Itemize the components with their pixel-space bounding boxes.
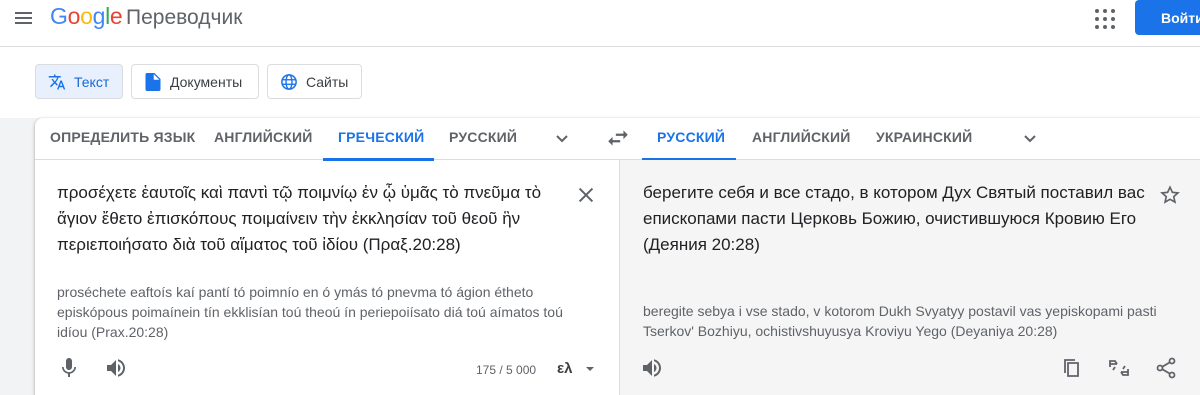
- sign-in-button[interactable]: Войти: [1135, 0, 1200, 35]
- source-language-dropdown-icon[interactable]: [550, 126, 574, 150]
- input-tools-language[interactable]: ελ: [557, 360, 572, 377]
- input-tools-dropdown-icon[interactable]: [584, 362, 596, 374]
- character-count: 175 / 5 000: [476, 363, 537, 377]
- mode-text-button[interactable]: Текст: [35, 64, 123, 99]
- language-bar: ОПРЕДЕЛИТЬ ЯЗЫК АНГЛИЙСКИЙ ГРЕЧЕСКИЙ РУС…: [35, 118, 1200, 161]
- target-language-dropdown-icon[interactable]: [1018, 126, 1042, 150]
- target-listen-icon[interactable]: [640, 356, 664, 380]
- mode-documents-label: Документы: [170, 73, 243, 90]
- tab-source-english[interactable]: АНГЛИЙСКИЙ: [214, 118, 313, 160]
- product-name: Переводчик: [126, 6, 243, 29]
- clear-source-icon[interactable]: [575, 184, 597, 206]
- main-menu-icon[interactable]: [8, 6, 38, 32]
- mode-websites-label: Сайты: [306, 73, 349, 90]
- app-header: Google Переводчик Войти: [0, 0, 1200, 47]
- tab-target-ukrainian[interactable]: УКРАИНСКИЙ: [876, 118, 972, 160]
- mode-websites-button[interactable]: Сайты: [267, 64, 362, 99]
- mode-text-label: Текст: [74, 73, 110, 90]
- pane-divider: [619, 160, 620, 395]
- source-transliteration: proséchete eaftoís kaí pantí tó poimnío …: [57, 284, 563, 340]
- mode-documents-button[interactable]: Документы: [131, 64, 259, 99]
- save-translation-star-icon[interactable]: [1159, 184, 1181, 206]
- target-transliteration: beregite sebya i vse stado, v kotorom Du…: [643, 303, 1157, 339]
- copy-translation-icon[interactable]: [1060, 356, 1084, 380]
- tab-source-greek[interactable]: ГРЕЧЕСКИЙ: [323, 118, 434, 161]
- globe-icon: [280, 73, 298, 91]
- document-icon: [144, 72, 162, 91]
- tab-target-english[interactable]: АНГЛИЙСКИЙ: [752, 118, 851, 160]
- source-listen-icon[interactable]: [104, 356, 128, 380]
- google-apps-icon[interactable]: [1094, 8, 1116, 30]
- google-logo[interactable]: Google: [50, 3, 123, 30]
- rate-translation-icon[interactable]: [1107, 356, 1131, 380]
- microphone-icon[interactable]: [57, 356, 81, 380]
- translation-card: ОПРЕДЕЛИТЬ ЯЗЫК АНГЛИЙСКИЙ ГРЕЧЕСКИЙ РУС…: [35, 118, 1200, 395]
- swap-languages-icon[interactable]: [605, 125, 631, 151]
- tab-detect-language[interactable]: ОПРЕДЕЛИТЬ ЯЗЫК: [50, 118, 195, 160]
- tab-target-russian[interactable]: РУССКИЙ: [642, 118, 736, 161]
- translation-output: берегите себя и все стадо, в котором Дух…: [643, 183, 1145, 254]
- translate-icon: [48, 73, 66, 91]
- source-text-input[interactable]: προσέχετε ἑαυτοῖς καὶ παντὶ τῷ ποιμνίῳ ἐ…: [57, 180, 577, 258]
- share-translation-icon[interactable]: [1154, 356, 1178, 380]
- tab-source-russian[interactable]: РУССКИЙ: [449, 118, 517, 160]
